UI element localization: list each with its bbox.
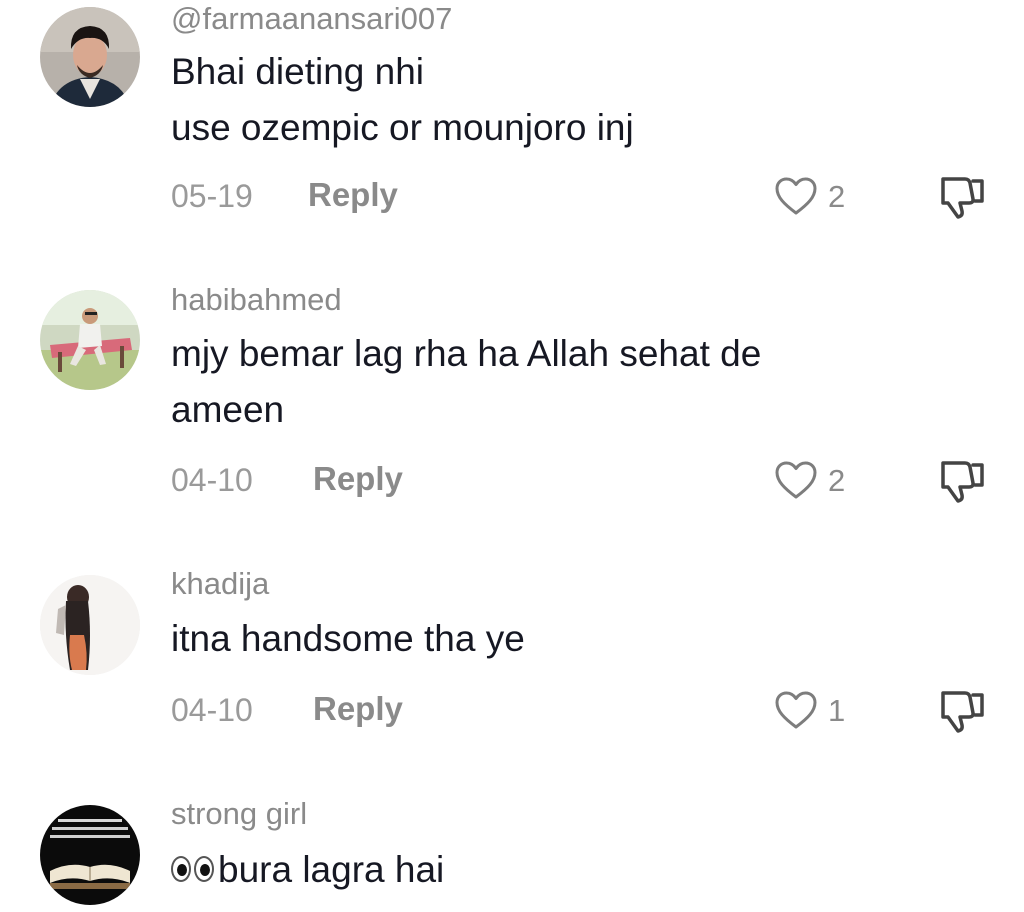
girl-silhouette-avatar[interactable] xyxy=(40,575,140,675)
comment-text-line: Bhai dieting nhi xyxy=(171,51,425,92)
comment-date: 05-19 xyxy=(171,178,253,214)
comment-text-line: ameen xyxy=(171,389,285,430)
eyes-emoji-icon xyxy=(171,856,214,883)
heart-outline-icon xyxy=(774,690,818,730)
book-and-text-avatar[interactable] xyxy=(40,805,140,905)
comment-text-line: mjy bemar lag rha ha Allah sehat de xyxy=(171,333,762,374)
man-portrait-avatar[interactable] xyxy=(40,7,140,107)
like-button[interactable]: 2 xyxy=(774,174,845,218)
comment-date: 04-10 xyxy=(171,462,253,498)
comment-username[interactable]: khadija xyxy=(171,568,269,599)
thumbs-down-outline-icon xyxy=(935,173,987,221)
thumbs-down-outline-icon xyxy=(935,687,987,735)
thumbs-down-outline-icon xyxy=(935,457,987,505)
dislike-button[interactable] xyxy=(935,687,987,735)
comment-date: 04-10 xyxy=(171,692,253,728)
comment-text-line: use ozempic or mounjoro inj xyxy=(171,107,634,148)
comment-text: bura lagra hai xyxy=(218,849,445,890)
like-count: 2 xyxy=(828,178,846,214)
heart-outline-icon xyxy=(774,176,818,216)
comment-username[interactable]: habibahmed xyxy=(171,284,342,315)
comment-username[interactable]: strong girl xyxy=(171,798,307,829)
like-count: 1 xyxy=(828,692,846,728)
heart-outline-icon xyxy=(774,460,818,500)
comment-text-line: bura lagra hai xyxy=(171,842,444,898)
comment-username[interactable]: @farmaanansari007 xyxy=(171,3,452,34)
reply-button[interactable]: Reply xyxy=(308,178,398,211)
reply-button[interactable]: Reply xyxy=(313,462,403,495)
dislike-button[interactable] xyxy=(935,457,987,505)
man-on-bench-avatar[interactable] xyxy=(40,290,140,390)
comment-text-line: itna handsome tha ye xyxy=(171,618,525,659)
dislike-button[interactable] xyxy=(935,173,987,221)
like-button[interactable]: 1 xyxy=(774,688,845,732)
like-button[interactable]: 2 xyxy=(774,458,845,502)
reply-button[interactable]: Reply xyxy=(313,692,403,725)
like-count: 2 xyxy=(828,462,846,498)
